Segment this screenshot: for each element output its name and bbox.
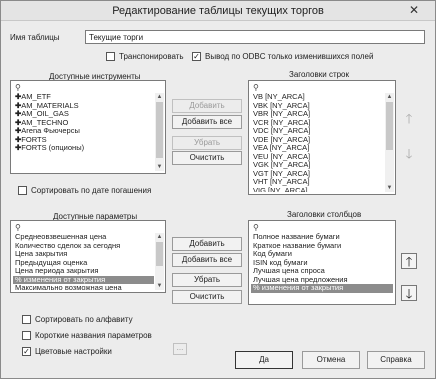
move-down-icon[interactable]: 🡓	[401, 146, 417, 162]
sort-expiry-checkbox[interactable]	[18, 186, 27, 195]
move-up-icon[interactable]: 🡑	[401, 253, 417, 269]
check-icon: ✓	[193, 52, 200, 61]
cancel-button[interactable]: Отмена	[302, 351, 360, 369]
transpose-label: Транспонировать	[119, 52, 184, 61]
row-headers-title: Заголовки строк	[289, 70, 350, 79]
color-settings-label: Цветовые настройки	[35, 347, 112, 356]
transpose-checkbox[interactable]	[106, 52, 115, 61]
instr-remove-button[interactable]: Убрать	[172, 136, 242, 150]
color-settings-checkbox[interactable]: ✓	[22, 347, 31, 356]
instr-add-button[interactable]: Добавить	[172, 99, 242, 113]
param-clear-button[interactable]: Очистить	[172, 290, 242, 304]
short-names-label: Короткие названия параметров	[35, 331, 152, 340]
table-name-label: Имя таблицы	[10, 33, 60, 42]
scroll-down-icon[interactable]: ▼	[155, 163, 164, 171]
instruments-list[interactable]: ⚲ ✚AM_ETF ✚AM_MATERIALS ✚AM_OIL_GAS ✚AM_TEC…	[10, 80, 166, 174]
col-headers-title: Заголовки столбцов	[287, 210, 362, 219]
col-headers-items: Полное название бумаги Краткое название б…	[251, 233, 393, 302]
row-headers-scrollbar[interactable]: ▲ ▼	[385, 93, 394, 192]
instrument-item-label: FORTS (опционы)	[21, 143, 85, 152]
move-down-icon[interactable]: 🡓	[401, 285, 417, 301]
instrument-item[interactable]: ✚FORTS (опционы)	[13, 143, 154, 153]
odbc-changed-checkbox[interactable]: ✓	[192, 52, 201, 61]
title-bar: Редактирование таблицы текущих торгов ✕	[1, 1, 435, 21]
help-button[interactable]: Справка	[367, 351, 425, 369]
short-names-checkbox[interactable]	[22, 331, 31, 340]
scroll-up-icon[interactable]: ▲	[155, 233, 164, 241]
param-add-all-button[interactable]: Добавить все	[172, 253, 242, 267]
params-list[interactable]: ⚲ Среднеовзвешенная цена Количество сдело…	[10, 220, 166, 293]
search-icon[interactable]: ⚲	[253, 223, 259, 232]
check-icon: ✓	[23, 347, 30, 356]
window-title: Редактирование таблицы текущих торгов	[112, 5, 324, 17]
move-up-icon[interactable]: 🡑	[401, 111, 417, 127]
scroll-up-icon[interactable]: ▲	[155, 93, 164, 101]
search-icon[interactable]: ⚲	[253, 83, 259, 92]
instr-clear-button[interactable]: Очистить	[172, 151, 242, 165]
row-headers-items: VB [NY_ARCA] VBK [NY_ARCA] VBR [NY_ARCA] VC…	[251, 93, 384, 192]
instr-add-all-button[interactable]: Добавить все	[172, 115, 242, 129]
row-header-item-label: VIG [NY_ARCA]	[253, 185, 308, 192]
scroll-down-icon[interactable]: ▼	[385, 184, 394, 192]
sort-expiry-label: Сортировать по дате погашения	[31, 186, 152, 195]
sort-alpha-checkbox[interactable]	[22, 315, 31, 324]
param-item-label: Максимально возможная цена	[15, 283, 122, 290]
ok-button[interactable]: Да	[235, 351, 293, 369]
scroll-thumb[interactable]	[386, 102, 393, 150]
param-item[interactable]: Максимально возможная цена	[13, 283, 154, 290]
params-items: Среднеовзвешенная цена Количество сделок …	[13, 233, 154, 290]
instruments-items: ✚AM_ETF ✚AM_MATERIALS ✚AM_OIL_GAS ✚AM_TECHN…	[13, 93, 154, 171]
row-header-item[interactable]: VIG [NY_ARCA]	[251, 185, 384, 192]
close-icon[interactable]: ✕	[405, 4, 423, 18]
sort-alpha-label: Сортировать по алфавиту	[35, 315, 133, 324]
scroll-thumb[interactable]	[156, 102, 163, 158]
params-scrollbar[interactable]: ▲ ▼	[155, 233, 164, 290]
param-add-button[interactable]: Добавить	[172, 237, 242, 251]
dialog-window: Редактирование таблицы текущих торгов ✕ …	[0, 0, 436, 379]
col-header-item[interactable]: % изменения от закрытия	[251, 283, 393, 293]
param-remove-button[interactable]: Убрать	[172, 273, 242, 287]
search-icon[interactable]: ⚲	[15, 223, 21, 232]
search-icon[interactable]: ⚲	[15, 83, 21, 92]
table-name-input[interactable]: Текущие торги	[85, 30, 425, 44]
instruments-scrollbar[interactable]: ▲ ▼	[155, 93, 164, 171]
odbc-changed-label: Вывод по ODBC только изменившихся полей	[205, 52, 374, 61]
col-header-item-label: % изменения от закрытия	[253, 283, 344, 292]
scroll-thumb[interactable]	[156, 242, 163, 266]
col-headers-list[interactable]: ⚲ Полное название бумаги Краткое название…	[248, 220, 396, 305]
color-settings-more-button[interactable]: ...	[173, 343, 187, 355]
scroll-up-icon[interactable]: ▲	[385, 93, 394, 101]
row-headers-list[interactable]: ⚲ VB [NY_ARCA] VBK [NY_ARCA] VBR [NY_ARCA]…	[248, 80, 396, 195]
scroll-down-icon[interactable]: ▼	[155, 282, 164, 290]
